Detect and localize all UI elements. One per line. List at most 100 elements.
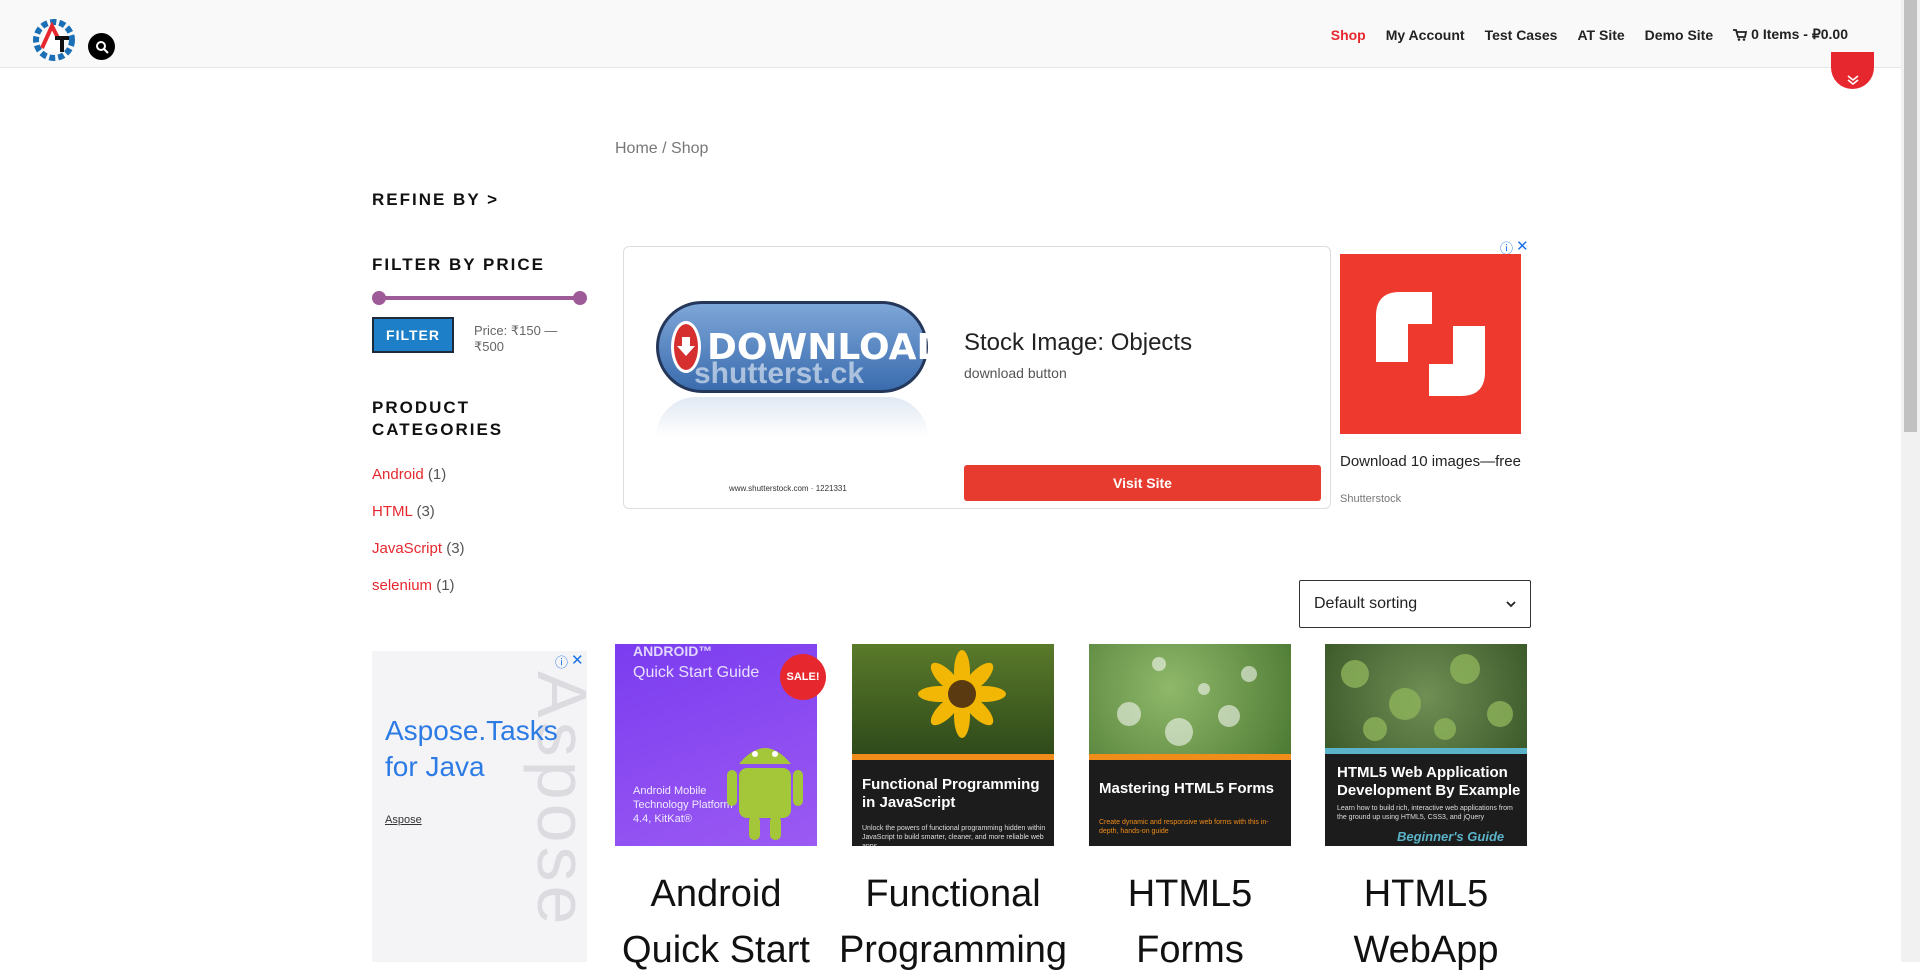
ad-watermark: Aspose [523,671,587,929]
breadcrumb-separator: / [657,140,672,157]
category-link-android[interactable]: Android [372,466,424,483]
category-item: HTML (3) [372,503,465,540]
breadcrumb-current: Shop [671,140,709,157]
product-title-line: Forms [1136,929,1244,971]
cover-text: Beginner's Guide [1397,829,1505,844]
search-icon [95,40,109,54]
nav-demo-site[interactable]: Demo Site [1645,26,1713,43]
ad-title[interactable]: Aspose.Tasks for Java [385,713,558,785]
nav-my-account[interactable]: My Account [1386,26,1465,43]
sort-select[interactable]: Default sorting [1299,580,1531,628]
product-image[interactable]: HTML5 Web Application Development By Exa… [1325,644,1527,846]
page-scrollbar[interactable] [1901,0,1920,962]
search-button[interactable] [88,33,115,60]
main-nav: Shop My Account Test Cases AT Site Demo … [1331,26,1848,43]
cart-icon [1733,28,1748,41]
cover-text: Functional Programming [862,776,1040,793]
categories-heading-line-1: PRODUCT [372,398,471,417]
price-range-label: Price: ₹150 — ₹500 [474,323,558,354]
cover-photo [1325,644,1527,748]
product-title-line: Quick Start [622,929,810,971]
cover-text: HTML5 Web Application [1337,764,1508,781]
product-title-line: HTML5 [1363,873,1489,915]
cover-photo [852,644,1054,754]
category-item: selenium (1) [372,577,465,614]
sale-badge: SALE! [780,654,826,700]
refine-by-heading[interactable]: REFINE BY > [372,190,499,210]
banner-ad[interactable]: DOWNLOAD shutterst.ck www.shutterstock.c… [623,246,1331,509]
sunflower-icon [918,650,1006,738]
visit-site-button[interactable]: Visit Site [964,465,1321,501]
ad-headline[interactable]: Stock Image: Objects [964,329,1192,357]
categories-heading-line-2: CATEGORIES [372,420,504,439]
site-logo[interactable] [28,14,80,66]
ad-brand: Shutterstock [1340,493,1402,505]
breadcrumb-home[interactable]: Home [615,140,658,157]
product-title-line: HTML5 [1127,873,1253,915]
ad-close-icon[interactable]: ✕ [571,651,584,669]
category-count: (3) [416,503,435,520]
product-image[interactable]: Functional Programming in JavaScript Unl… [852,644,1054,846]
category-link-javascript[interactable]: JavaScript [372,540,442,557]
ad-image-credit: www.shutterstock.com · 1221331 [729,484,847,493]
product-title[interactable]: HTML5 WebApp [1305,866,1547,978]
cover-stripe [1089,754,1291,760]
ad-title-line-1: Aspose.Tasks [385,715,558,746]
download-reflection [656,397,928,437]
cover-text: Development By Example [1337,782,1521,799]
price-slider-max-handle[interactable] [573,291,587,305]
cover-text: 4.4, KitKat® [633,813,692,825]
cover-photo [1089,644,1291,754]
ad-offer-text[interactable]: Download 10 images—free [1340,452,1521,472]
cover-text: Quick Start Guide [633,664,760,681]
cover-text: in JavaScript [862,794,956,811]
ad-info-icon[interactable]: ⓘ [555,652,568,671]
cover-text: Mastering HTML5 Forms [1099,780,1275,797]
category-count: (1) [436,577,455,594]
cover-stripe [1325,748,1527,754]
cover-text: Create dynamic and responsive web forms … [1099,819,1269,835]
category-link-selenium[interactable]: selenium [372,577,432,594]
product-title[interactable]: Functional Programming [832,866,1074,978]
product-title-line: WebApp [1353,929,1499,971]
ad-title-line-2: for Java [385,751,485,782]
chevron-double-down-icon [1847,75,1858,85]
cover-text: Unlock the powers of functional programm… [862,825,1046,846]
cover-text: Technology Platform [633,799,733,811]
water-drops-icon [1117,657,1257,746]
ad-brand-link[interactable]: Aspose [385,814,422,826]
product-title-line: Programming [838,929,1068,971]
scrollbar-thumb[interactable] [1904,0,1917,432]
site-header: Shop My Account Test Cases AT Site Demo … [0,0,1901,68]
category-item: Android (1) [372,466,465,503]
sidebar-ad[interactable]: Aspose Aspose.Tasks for Java Aspose ⓘ ✕ [372,651,587,962]
category-count: (3) [446,540,465,557]
category-link-html[interactable]: HTML [372,503,412,520]
nav-shop[interactable]: Shop [1331,26,1366,43]
category-count: (1) [427,466,447,483]
side-banner-ad[interactable]: Download 10 images—free Shutterstock [1340,254,1521,512]
filter-button[interactable]: FILTER [372,317,454,353]
product-title-line: Android [650,873,782,915]
cover-text: ANDROID™ [633,644,713,659]
sort-selected-value: Default sorting [1314,595,1418,612]
price-slider[interactable] [372,290,587,306]
ad-close-icon[interactable]: ✕ [1516,237,1529,255]
category-item: JavaScript (3) [372,540,465,577]
category-list: Android (1) HTML (3) JavaScript (3) sele… [372,466,465,614]
product-image[interactable]: Mastering HTML5 Forms Create dynamic and… [1089,644,1291,846]
nav-at-site[interactable]: AT Site [1577,26,1624,43]
product-title[interactable]: HTML5 Forms [1069,866,1311,978]
cart-summary: 0 Items - ₽0.00 [1751,26,1848,42]
chevron-down-icon [1506,600,1516,607]
android-mascot-icon [727,748,803,840]
product-title[interactable]: Android Quick Start [595,866,837,978]
scroll-down-button[interactable] [1831,52,1874,89]
nav-test-cases[interactable]: Test Cases [1485,26,1558,43]
shutterstock-logo [1340,254,1521,434]
cover-text: Android Mobile [633,785,707,797]
price-slider-min-handle[interactable] [372,291,386,305]
nav-cart[interactable]: 0 Items - ₽0.00 [1733,26,1848,43]
ad-watermark: shutterst.ck [694,357,865,390]
filter-price-heading: FILTER BY PRICE [372,255,545,274]
